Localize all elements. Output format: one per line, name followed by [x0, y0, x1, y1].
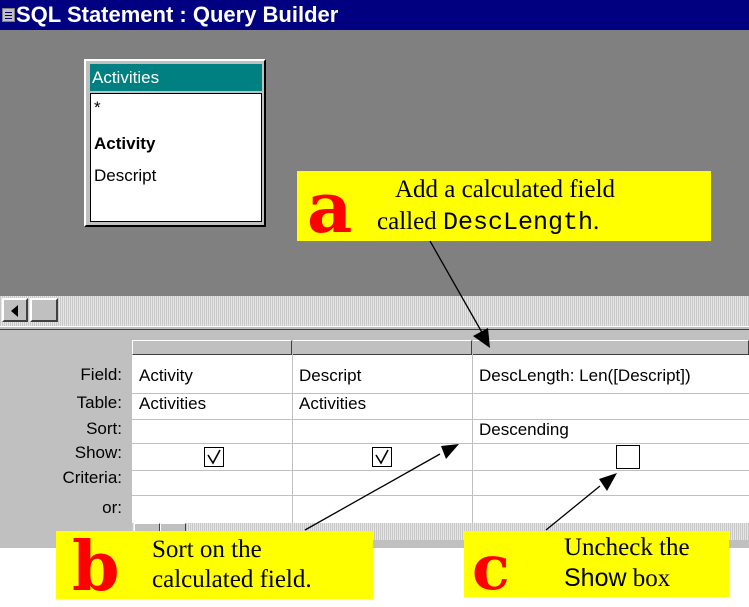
arrow-b-head — [441, 444, 459, 459]
arrow-a-line — [429, 240, 485, 337]
pointer-arrows — [304, 240, 617, 531]
arrow-b-line — [304, 453, 441, 531]
arrow-c-head — [599, 473, 617, 491]
arrow-c-line — [545, 485, 601, 531]
